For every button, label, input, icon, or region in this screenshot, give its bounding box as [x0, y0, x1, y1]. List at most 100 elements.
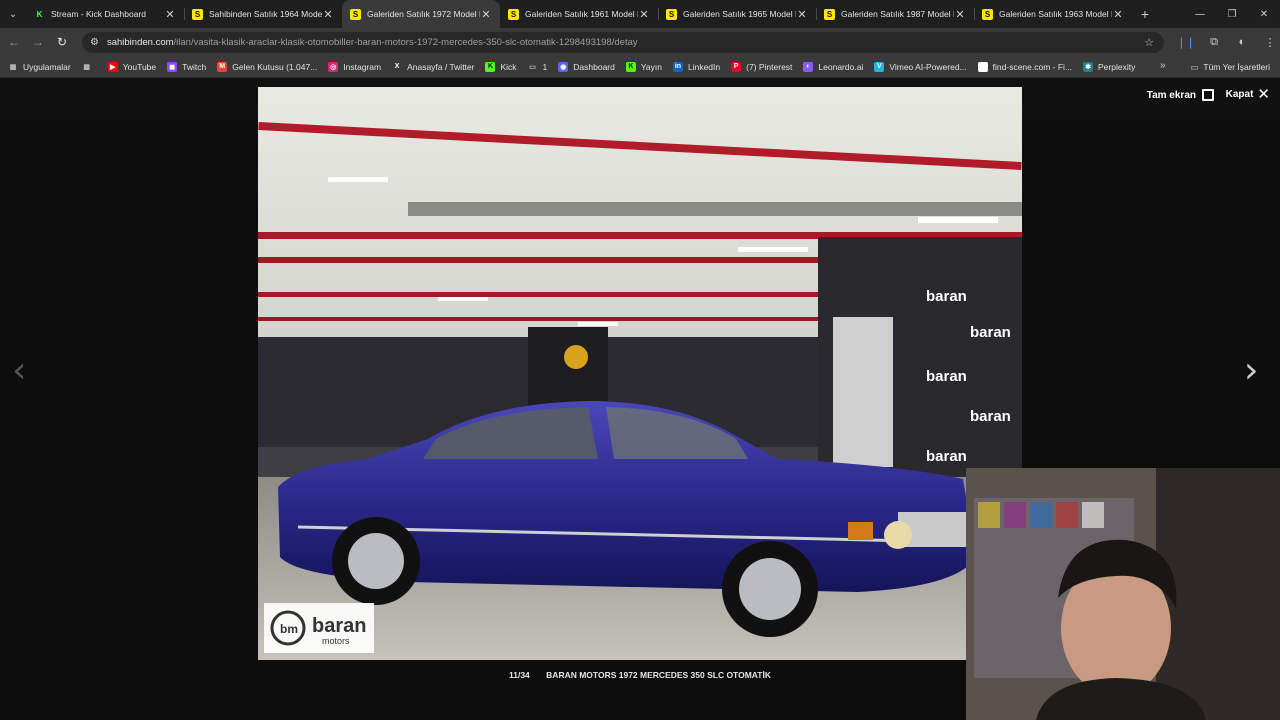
- tab-4[interactable]: S Galeriden Satılık 1961 Model K ✕: [500, 0, 658, 28]
- fullscreen-button[interactable]: Tam ekran: [1147, 89, 1214, 101]
- tab-close-icon[interactable]: ✕: [480, 8, 492, 21]
- car-photo-illustration: baran baran baran baran baran bm baran m…: [258, 87, 1022, 660]
- pinterest-icon: P: [731, 61, 742, 72]
- bookmark-apps-grid[interactable]: ▦: [82, 62, 97, 72]
- bookmark-vimeo-ai-powered[interactable]: V Vimeo AI-Powered...: [874, 61, 967, 72]
- tab-1[interactable]: K Stream - Kick Dashboard ✕: [26, 0, 184, 28]
- minimize-icon[interactable]: —: [1184, 0, 1216, 28]
- profile-avatar[interactable]: ◐: [1228, 36, 1256, 48]
- tab-strip: ⌄ K Stream - Kick Dashboard ✕ S Sahibinden S…: [0, 0, 1280, 28]
- bookmark-dashboard[interactable]: ◉ Dashboard: [558, 61, 615, 72]
- bookmark-yay-n[interactable]: K Yayın: [625, 61, 662, 72]
- kick-icon: K: [485, 61, 496, 72]
- bookmarks-bar: ▦ Uygulamalar ▦ ▶ YouTube ◼ Twitch M Gelen Kutus…: [0, 56, 1280, 78]
- bookmark-label: Kick: [500, 61, 517, 72]
- folder-icon: ▭: [1190, 61, 1199, 72]
- bookmark-7-pinterest[interactable]: P (7) Pinterest: [731, 61, 792, 72]
- address-bar[interactable]: ⚙ sahibinden.com/ilan/vasita-klasik-arac…: [82, 32, 1164, 53]
- site-info-icon[interactable]: ⚙: [90, 37, 99, 48]
- kick-icon: K: [625, 61, 636, 72]
- perplexity-icon: ✱: [1083, 61, 1094, 72]
- bookmark-label: Gelen Kutusu (1.047...: [232, 61, 318, 72]
- next-photo-button[interactable]: ›: [1244, 350, 1258, 391]
- instagram-icon: ◎: [328, 61, 339, 72]
- streamer-webcam-illustration: [966, 468, 1280, 720]
- tab-5[interactable]: S Galeriden Satılık 1965 Model K ✕: [658, 0, 816, 28]
- svg-text:baran: baran: [926, 368, 967, 385]
- youtube-icon: ▶: [107, 61, 118, 72]
- sahibinden-favicon-icon: S: [192, 8, 203, 20]
- bookmark-linkedin[interactable]: in LinkedIn: [672, 61, 720, 72]
- fullscreen-icon: [1202, 89, 1214, 101]
- bookmark-label: Uygulamalar: [23, 61, 71, 72]
- extensions-puzzle-icon[interactable]: ⧉: [1200, 36, 1228, 49]
- bookmark-uygulamalar[interactable]: ▦ Uygulamalar: [8, 62, 71, 72]
- restore-icon[interactable]: ❐: [1216, 0, 1248, 28]
- vimeo-icon: V: [874, 61, 885, 72]
- bookmark-find-scene-com-fi[interactable]: ◎ find-scene.com - Fi...: [977, 61, 1072, 72]
- all-bookmarks-label: Tüm Yer İşaretleri: [1203, 62, 1270, 72]
- bookmark-youtube[interactable]: ▶ YouTube: [107, 61, 157, 72]
- close-window-icon[interactable]: ✕: [1248, 0, 1280, 28]
- tab-3[interactable]: S Galeriden Satılık 1972 Model K ✕: [342, 0, 500, 28]
- bookmark-instagram[interactable]: ◎ Instagram: [328, 61, 382, 72]
- bookmark-gelen-kutusu-1-047[interactable]: M Gelen Kutusu (1.047...: [217, 61, 318, 72]
- menu-kebab-icon[interactable]: ⋮: [1256, 36, 1280, 49]
- tab-title: Stream - Kick Dashboard: [51, 9, 146, 19]
- sahibinden-favicon-icon: S: [824, 8, 835, 20]
- tab-title: Galeriden Satılık 1965 Model K: [683, 9, 796, 19]
- browser-toolbar: ← → ↻ ⚙ sahibinden.com/ilan/vasita-klasi…: [0, 28, 1280, 56]
- tab-close-icon[interactable]: ✕: [164, 8, 176, 21]
- all-bookmarks-button[interactable]: ▭ Tüm Yer İşaretleri: [1190, 56, 1270, 78]
- twitch-icon: ◼: [167, 61, 178, 72]
- forward-icon[interactable]: →: [26, 35, 50, 49]
- bookmark-label: 1: [542, 61, 548, 72]
- bookmark-label: Twitch: [182, 61, 207, 72]
- bookmark-perplexity[interactable]: ✱ Perplexity: [1083, 61, 1135, 72]
- bookmark-label: YouTube: [122, 61, 157, 72]
- svg-text:baran: baran: [926, 448, 967, 465]
- bookmark-anasayfa-twitter[interactable]: X Anasayfa / Twitter: [392, 62, 475, 72]
- tab-title: Galeriden Satılık 1961 Model K: [525, 9, 638, 19]
- bookmarks-overflow-icon[interactable]: »: [1160, 60, 1166, 71]
- gallery-photo[interactable]: baran baran baran baran baran bm baran m…: [258, 87, 1022, 660]
- photo-title: BARAN MOTORS 1972 MERCEDES 350 SLC OTOMA…: [546, 670, 771, 680]
- bookmark-kick[interactable]: K Kick: [485, 61, 517, 72]
- svg-text:baran: baran: [970, 324, 1011, 341]
- tab-close-icon[interactable]: ✕: [638, 8, 650, 21]
- folder-icon: ▭: [529, 63, 536, 71]
- chevron-right-icon: ›: [1244, 350, 1259, 391]
- new-tab-button[interactable]: +: [1132, 0, 1158, 28]
- close-icon: ✕: [1257, 85, 1270, 103]
- svg-text:bm: bm: [280, 622, 298, 636]
- tab-7[interactable]: S Galeriden Satılık 1963 Model K ✕: [974, 0, 1132, 28]
- bookmark-label: Yayın: [640, 61, 662, 72]
- fullscreen-label: Tam ekran: [1146, 89, 1196, 101]
- tab-title: Sahibinden Satılık 1964 Model K: [209, 9, 322, 19]
- url-text: sahibinden.com/ilan/vasita-klasik-aracla…: [106, 37, 638, 48]
- tab-close-icon[interactable]: ✕: [322, 8, 334, 21]
- tab-close-icon[interactable]: ✕: [796, 8, 808, 21]
- tab-6[interactable]: S Galeriden Satılık 1987 Model K ✕: [816, 0, 974, 28]
- bookmark-1[interactable]: ▭ 1: [528, 61, 548, 72]
- bookmark-star-icon[interactable]: ☆: [1144, 36, 1154, 49]
- extension-icon[interactable]: ❘❘: [1172, 36, 1200, 49]
- tab-search-menu[interactable]: ⌄: [0, 0, 26, 28]
- grid-icon: ▦: [83, 63, 91, 71]
- reload-icon[interactable]: ↻: [50, 35, 74, 49]
- tab-2[interactable]: S Sahibinden Satılık 1964 Model K ✕: [184, 0, 342, 28]
- gmail-icon: M: [217, 61, 228, 72]
- back-icon[interactable]: ←: [2, 35, 26, 49]
- tab-close-icon[interactable]: ✕: [954, 8, 966, 21]
- webcam-overlay: [966, 468, 1280, 720]
- bookmark-label: Instagram: [343, 61, 382, 72]
- gallery-close-button[interactable]: Kapat ✕: [1226, 85, 1270, 103]
- tab-close-icon[interactable]: ✕: [1112, 8, 1124, 21]
- bookmark-leonardo-ai[interactable]: ◐ Leonardo.ai: [803, 61, 864, 72]
- tab-title: Galeriden Satılık 1987 Model K: [841, 9, 954, 19]
- sahibinden-favicon-icon: S: [508, 8, 519, 20]
- bookmark-twitch[interactable]: ◼ Twitch: [167, 61, 207, 72]
- chevron-left-icon: ‹: [12, 350, 27, 391]
- previous-photo-button[interactable]: ‹: [12, 350, 26, 391]
- bookmark-label: Leonardo.ai: [818, 61, 864, 72]
